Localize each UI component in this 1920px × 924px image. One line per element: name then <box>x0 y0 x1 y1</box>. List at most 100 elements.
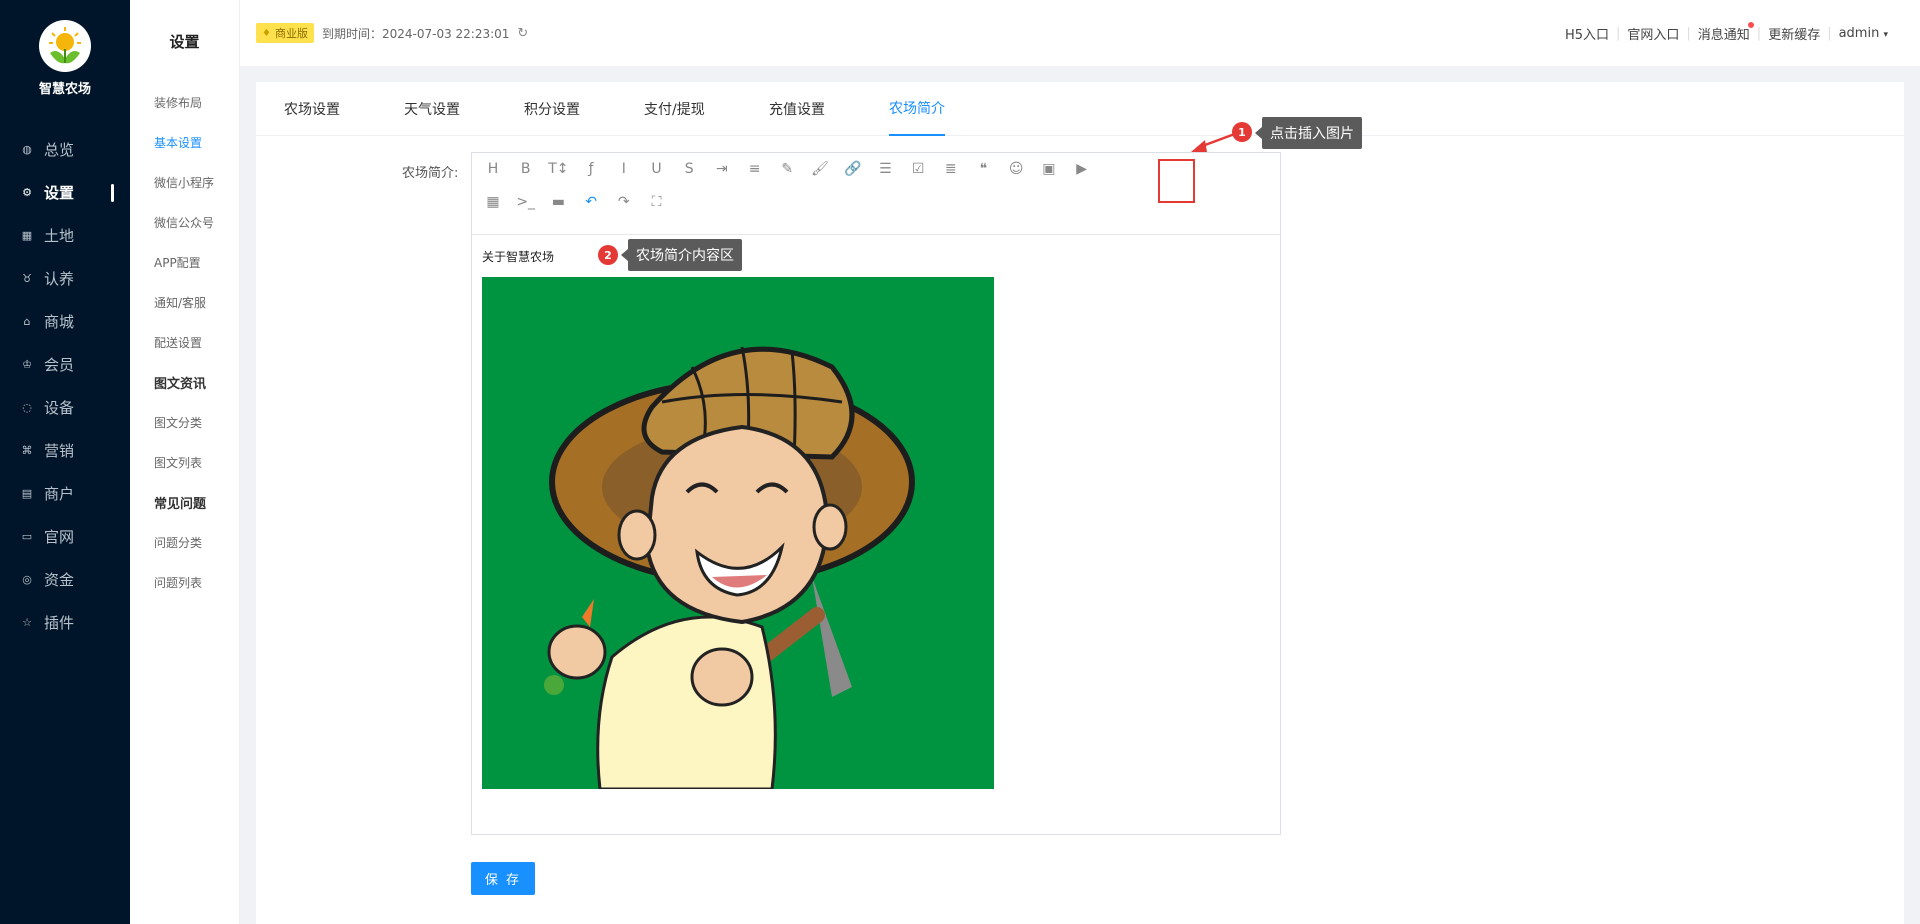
edition-badge: ♦ 商业版 <box>256 23 314 43</box>
dashboard-icon: ◍ <box>22 143 32 156</box>
underline-icon[interactable]: U <box>644 156 670 182</box>
submenu-item[interactable]: 装修布局 <box>130 82 239 122</box>
submenu-list: 装修布局 基本设置 微信小程序 微信公众号 APP配置 通知/客服 配送设置图文资讯图文分类… <box>130 82 239 602</box>
text-color-icon[interactable]: ✎ <box>774 156 800 182</box>
sidebar-item-6[interactable]: ◌ 设备 <box>0 386 130 429</box>
annotation-tip-1: 点击插入图片 <box>1255 117 1362 149</box>
sidebar-item-0[interactable]: ◍ 总览 <box>0 128 130 171</box>
settings-tabs: 农场设置 天气设置 积分设置 支付/提现 充值设置 农场简介 <box>256 82 1904 136</box>
strikethrough-icon[interactable]: S <box>676 156 702 182</box>
todo-icon[interactable]: ☑ <box>905 156 931 182</box>
submenu-item[interactable]: APP配置 <box>130 242 239 282</box>
submenu-group-heading: 图文资讯 <box>154 376 207 392</box>
emoji-icon[interactable]: ☺ <box>1003 156 1029 182</box>
header-links: H5入口 | 官网入口 | 消息通知 | 更新缓存 | admin ▾ <box>1558 0 1895 66</box>
video-icon[interactable]: ▶ <box>1069 156 1095 182</box>
list-icon[interactable]: ☰ <box>872 156 898 182</box>
sidebar-item-label: 商城 <box>44 313 75 331</box>
sidebar-item-label: 插件 <box>44 614 75 632</box>
tab-weather-settings[interactable]: 天气设置 <box>404 82 460 136</box>
sidebar-item-label: 认养 <box>44 270 75 288</box>
redo-icon[interactable]: ↷ <box>611 189 637 215</box>
caret-down-icon: ▾ <box>1883 29 1888 40</box>
submenu-item[interactable]: 图文分类 <box>130 402 239 442</box>
submenu-item[interactable]: 图文列表 <box>130 442 239 482</box>
username: admin <box>1838 25 1880 41</box>
adopt-icon: ♉ <box>22 272 32 285</box>
tab-farm-settings[interactable]: 农场设置 <box>284 82 340 136</box>
sidebar-item-label: 设置 <box>44 184 75 202</box>
sidebar-item-3[interactable]: ♉ 认养 <box>0 257 130 300</box>
website-entry-link[interactable]: 官网入口 <box>1620 24 1686 43</box>
farm-intro-label: 农场简介: <box>402 166 459 181</box>
expire-time: 到期时间：2024-07-03 22:23:01 <box>321 26 510 41</box>
undo-icon[interactable]: ↶ <box>578 189 604 215</box>
device-icon: ◌ <box>22 401 32 414</box>
sidebar-item-10[interactable]: ◎ 资金 <box>0 558 130 601</box>
sidebar-item-9[interactable]: ▭ 官网 <box>0 515 130 558</box>
sidebar-item-11[interactable]: ☆ 插件 <box>0 601 130 644</box>
top-header: ♦ 商业版 到期时间：2024-07-03 22:23:01 ↻ H5入口 | 官… <box>240 0 1920 66</box>
justify-icon[interactable]: ≣ <box>938 156 964 182</box>
font-size-icon[interactable]: T↕ <box>545 156 571 182</box>
submenu-item[interactable]: 问题列表 <box>130 562 239 602</box>
sidebar-item-1[interactable]: ⚙ 设置 <box>0 171 130 214</box>
italic-icon[interactable]: I <box>611 156 637 182</box>
user-menu[interactable]: admin ▾ <box>1832 26 1895 41</box>
content-card: 农场设置 天气设置 积分设置 支付/提现 充值设置 农场简介 农场简介: HBT… <box>256 82 1904 924</box>
bold-icon[interactable]: B <box>513 156 539 182</box>
main-sidebar: 智慧农场 ◍ 总览 ⚙ 设置 ▦ 土地 ♉ 认养 ⌂ 商城 ♔ 会员 ◌ 设备 ⌘ 营销 ▤ 商户 ▭ 官网 ◎ 资金 ☆ 插… <box>0 0 130 924</box>
link-icon[interactable]: 🔗 <box>840 156 866 182</box>
sidebar-item-4[interactable]: ⌂ 商城 <box>0 300 130 343</box>
sidebar-item-5[interactable]: ♔ 会员 <box>0 343 130 386</box>
content-heading-text: 关于智慧农场 <box>482 250 555 264</box>
h5-entry-link[interactable]: H5入口 <box>1558 24 1616 43</box>
funds-icon: ◎ <box>22 573 32 586</box>
sidebar-item-label: 营销 <box>44 442 75 460</box>
member-icon: ♔ <box>22 358 32 371</box>
sidebar-item-2[interactable]: ▦ 土地 <box>0 214 130 257</box>
brand-name: 智慧农场 <box>38 82 91 97</box>
submenu-item[interactable]: 通知/客服 <box>130 282 239 322</box>
tab-farm-intro[interactable]: 农场简介 <box>889 82 945 136</box>
edition-label: 商业版 <box>274 27 308 40</box>
farm-logo-icon <box>39 20 91 72</box>
tab-recharge-settings[interactable]: 充值设置 <box>769 82 825 136</box>
heading-icon[interactable]: H <box>480 156 506 182</box>
refresh-icon[interactable]: ↻ <box>517 26 528 41</box>
submenu-item[interactable]: 配送设置 <box>130 322 239 362</box>
image-icon[interactable]: ▣ <box>1036 156 1062 182</box>
plugin-icon: ☆ <box>22 616 32 629</box>
sidebar-item-label: 商户 <box>44 485 75 503</box>
submenu-item[interactable]: 基本设置 <box>130 122 239 162</box>
quote-icon[interactable]: ❝ <box>971 156 997 182</box>
bg-color-icon[interactable]: 🖌 <box>807 156 833 182</box>
font-family-icon[interactable]: ƒ <box>578 156 604 182</box>
sidebar-item-label: 会员 <box>44 356 75 374</box>
code-icon[interactable]: >_ <box>513 189 539 215</box>
submenu-item[interactable]: 问题分类 <box>130 522 239 562</box>
table-icon[interactable]: ▦ <box>480 189 506 215</box>
sidebar-item-label: 土地 <box>44 227 75 245</box>
divider-icon[interactable]: ▬ <box>545 189 571 215</box>
brand-logo[interactable]: 智慧农场 <box>0 0 130 110</box>
annotation-number-1: 1 <box>1232 122 1252 142</box>
sidebar-item-7[interactable]: ⌘ 营销 <box>0 429 130 472</box>
refresh-cache-link[interactable]: 更新缓存 <box>1761 24 1827 43</box>
submenu-item[interactable]: 微信小程序 <box>130 162 239 202</box>
submenu-item[interactable]: 微信公众号 <box>130 202 239 242</box>
sidebar-item-label: 总览 <box>44 141 75 159</box>
notifications-link[interactable]: 消息通知 <box>1691 21 1757 43</box>
sidebar-item-8[interactable]: ▤ 商户 <box>0 472 130 515</box>
indent-icon[interactable]: ⇥ <box>709 156 735 182</box>
fullscreen-icon[interactable]: ⛶ <box>644 189 670 215</box>
save-button[interactable]: 保 存 <box>471 862 535 895</box>
tab-points-settings[interactable]: 积分设置 <box>524 82 580 136</box>
notification-dot <box>1747 21 1754 28</box>
main-menu: ◍ 总览 ⚙ 设置 ▦ 土地 ♉ 认养 ⌂ 商城 ♔ 会员 ◌ 设备 ⌘ 营销 ▤ 商户 ▭ 官网 ◎ 资金 ☆ 插件 <box>0 128 130 644</box>
line-height-icon[interactable]: ≡ <box>742 156 768 182</box>
tab-payment-withdraw[interactable]: 支付/提现 <box>644 82 705 136</box>
editor-content-area[interactable]: 关于智慧农场 <box>472 235 1280 834</box>
image-button-highlight <box>1158 159 1195 203</box>
submenu-group-heading: 常见问题 <box>154 496 207 512</box>
